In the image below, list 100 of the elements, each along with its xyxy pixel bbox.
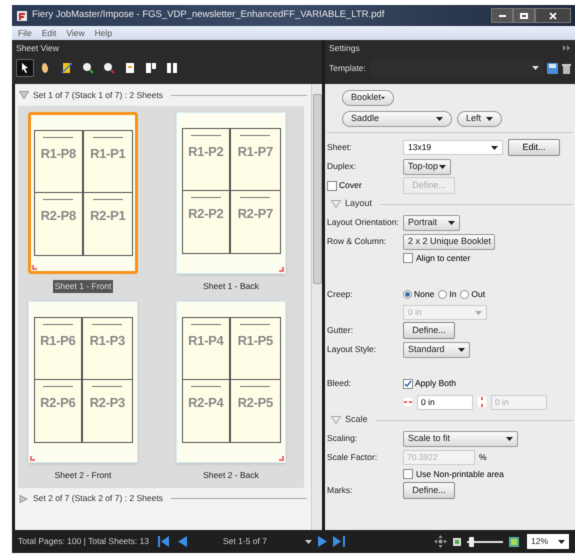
row-column-dropdown[interactable]: 2 x 2 Unique Booklet [403, 234, 495, 250]
menu-item[interactable]: Edit [42, 26, 56, 40]
app-icon [16, 10, 28, 22]
page-label: R2-P7 [238, 205, 273, 223]
checkbox-label: Use Non-printable area [416, 468, 504, 480]
sheet-label[interactable]: Sheet 1 - Front [52, 280, 114, 293]
checkbox-label: Apply Both [415, 377, 456, 390]
duplex-dropdown[interactable]: Top-top [403, 158, 451, 174]
caret-icon [486, 117, 493, 121]
tool-button[interactable] [16, 59, 34, 77]
page-layout-icon [143, 60, 159, 76]
zoom-in-icon [80, 60, 96, 76]
define-button[interactable]: Define... [403, 482, 455, 499]
caret-icon [458, 348, 465, 352]
section-title: Scale [345, 413, 368, 426]
field-label: Scale Factor: [327, 451, 378, 464]
caret-icon [491, 146, 498, 150]
section-title: Layout [345, 197, 372, 210]
next-page-button[interactable] [318, 536, 327, 547]
caret-icon[interactable] [305, 540, 312, 544]
define-button[interactable]: Define... [403, 322, 455, 339]
sheet-label[interactable]: Sheet 2 - Back [201, 468, 261, 482]
caret-icon [381, 96, 385, 100]
sheet-label[interactable]: Sheet 2 - Front [52, 468, 114, 482]
sheet-label[interactable]: Sheet 1 - Back [201, 280, 261, 293]
field-label: Bleed: [327, 377, 352, 390]
page-label: R2-P4 [188, 394, 224, 412]
maximize-button[interactable] [513, 8, 535, 23]
close-icon [549, 12, 557, 20]
zoom-dropdown[interactable]: 12% [527, 534, 569, 549]
field-label: Duplex: [327, 160, 357, 173]
page-label: R2-P6 [40, 394, 76, 412]
bleed-horizontal-field[interactable]: 0 in [417, 394, 473, 410]
scrollbar[interactable] [311, 84, 322, 530]
sheet-size-dropdown[interactable]: 13x19 [403, 140, 503, 155]
previous-page-button[interactable] [178, 536, 187, 547]
minimize-button[interactable] [491, 8, 513, 23]
layout-style-dropdown[interactable]: Standard [403, 342, 470, 358]
page-label: R1-P4 [188, 332, 224, 350]
edit-button[interactable]: Edit... [508, 139, 560, 156]
close-button[interactable] [535, 8, 571, 23]
caret-icon [448, 220, 455, 224]
zoom-in-icon[interactable] [509, 536, 519, 546]
page-range: Set 1-5 of 7 [223, 535, 268, 548]
collapse-panel-icon[interactable] [563, 45, 571, 51]
move-icon[interactable] [434, 535, 447, 548]
columns-icon [164, 60, 180, 76]
zoom-out-icon [101, 60, 117, 76]
checkbox[interactable] [403, 469, 413, 479]
set-header: Set 1 of 7 (Stack 1 of 7) : 2 Sheets [33, 88, 163, 102]
radio-label: None [414, 288, 434, 301]
radio-label: In [449, 288, 456, 301]
expanded-triangle-icon[interactable] [19, 91, 29, 99]
edge-dropdown[interactable]: Left [457, 111, 502, 127]
field-label: Sheet: [327, 141, 353, 154]
caret-icon [506, 436, 513, 440]
checkbox[interactable] [403, 378, 413, 388]
panel-header: Sheet View [15, 42, 60, 55]
page-label: R2-P8 [40, 207, 76, 225]
menu-item[interactable]: View [66, 26, 85, 40]
checkbox[interactable] [403, 253, 413, 263]
set-header: Set 2 of 7 (Stack 2 of 7) : 2 Sheets [33, 492, 163, 505]
orientation-dropdown[interactable]: Portrait [403, 214, 460, 230]
field-label: Scaling: [327, 432, 358, 445]
field-label: Template: [329, 62, 366, 74]
field-label: Gutter: [327, 324, 354, 337]
page-label: R2-P1 [90, 207, 126, 225]
collapsed-triangle-icon[interactable] [19, 494, 29, 502]
first-page-button[interactable] [158, 536, 170, 547]
page-label: R2-P3 [90, 394, 125, 412]
page-label: R1-P6 [40, 332, 76, 350]
scaling-dropdown[interactable]: Scale to fit [403, 430, 518, 446]
caret-icon [436, 117, 443, 121]
checkbox-label: Cover [339, 179, 362, 192]
page-label: R1-P1 [90, 145, 126, 163]
menu-item[interactable]: File [18, 26, 32, 40]
page-label: R1-P8 [40, 145, 76, 163]
totals-text: Total Pages: 100 | Total Sheets: 13 [18, 535, 150, 548]
vertical-bleed-icon [477, 396, 487, 408]
page-label: R1-P7 [238, 143, 273, 161]
field-label: Layout Orientation: [327, 216, 400, 229]
horizontal-bleed-icon [403, 397, 413, 407]
zoom-out-icon[interactable] [453, 538, 461, 546]
booklet-dropdown[interactable]: Booklet [342, 90, 394, 106]
page-label: R1-P5 [238, 332, 273, 350]
checkbox[interactable] [327, 180, 337, 190]
window-title: Fiery JobMaster/Impose - FGS_VDP_newsletter_EnhancedFF_VARIABLE_LTR.pdf [32, 8, 384, 22]
caret-icon [532, 66, 539, 70]
slider-thumb[interactable] [468, 536, 474, 546]
checkbox-label: Align to center [416, 252, 470, 264]
menu-item[interactable]: Help [94, 26, 112, 40]
page-label: R1-P2 [188, 143, 224, 161]
save-icon[interactable] [547, 62, 558, 74]
caret-icon [475, 310, 482, 314]
field-label: Row & Column: [327, 235, 388, 248]
page-label: R2-P5 [238, 394, 273, 412]
delete-icon[interactable] [562, 62, 571, 74]
last-page-button[interactable] [333, 536, 345, 547]
binding-dropdown[interactable]: Saddle [342, 111, 452, 127]
zoom-slider[interactable] [467, 536, 503, 546]
